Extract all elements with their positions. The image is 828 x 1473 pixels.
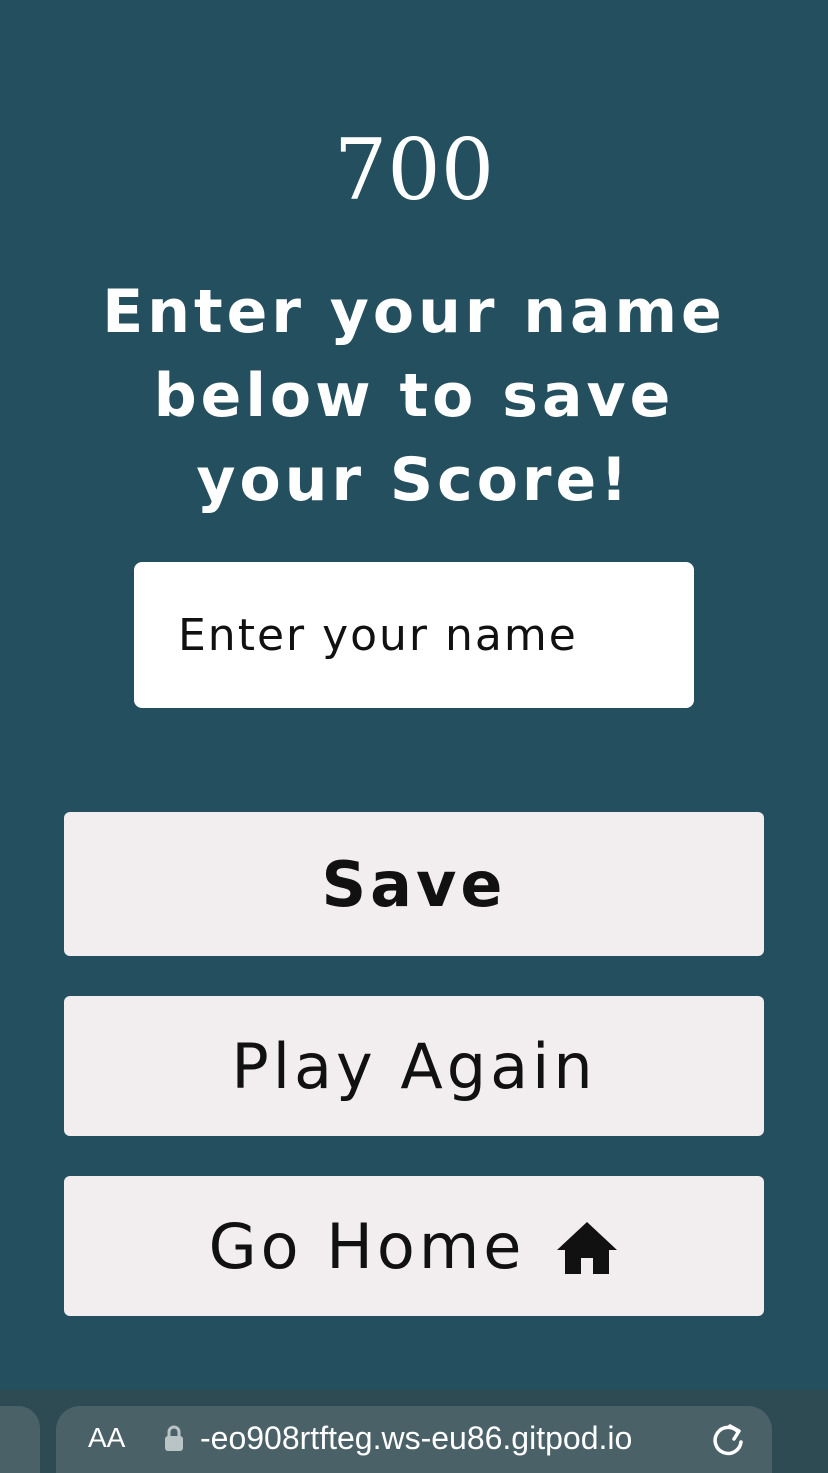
text-size-label: AA <box>88 1422 126 1453</box>
text-size-button[interactable]: AA <box>88 1422 125 1454</box>
save-button[interactable]: Save <box>64 812 764 956</box>
play-again-button-label: Play Again <box>231 1029 597 1103</box>
go-home-button[interactable]: Go Home <box>64 1176 764 1316</box>
lock-icon <box>164 1424 184 1452</box>
previous-tab-stub[interactable] <box>0 1406 40 1473</box>
go-home-button-label: Go Home <box>208 1209 526 1283</box>
save-button-label: Save <box>321 847 507 921</box>
final-score: 700 <box>333 121 495 219</box>
reload-icon[interactable] <box>708 1420 748 1460</box>
home-icon <box>555 1218 619 1274</box>
browser-toolbar: AA -eo908rtfteg.ws-eu86.gitpod.io <box>0 1390 828 1473</box>
url-text[interactable]: -eo908rtfteg.ws-eu86.gitpod.io <box>200 1420 700 1457</box>
save-score-prompt: Enter your name below to save your Score… <box>102 277 726 515</box>
name-input[interactable] <box>134 562 694 708</box>
play-again-button[interactable]: Play Again <box>64 996 764 1136</box>
